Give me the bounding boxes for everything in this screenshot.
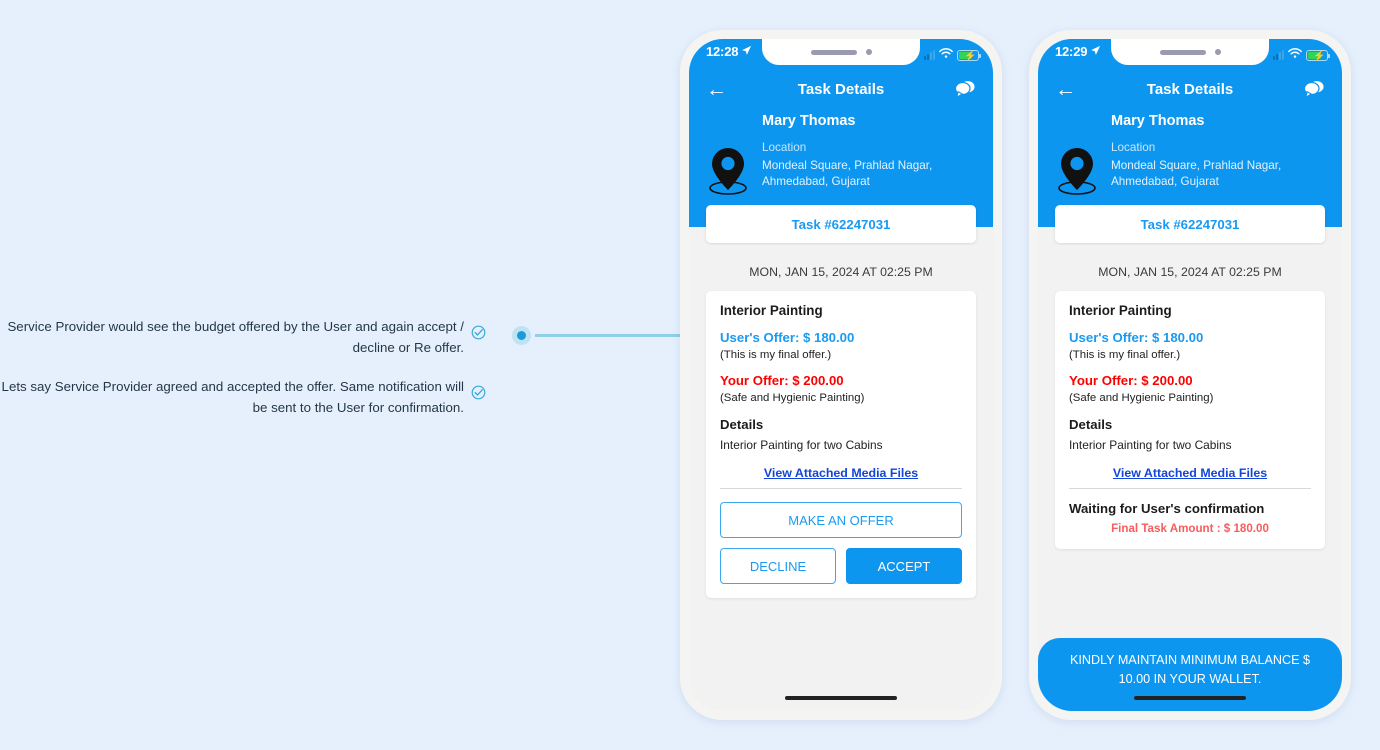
location-label: Location <box>1111 141 1156 154</box>
users-offer-amount: User's Offer: $ 180.00 <box>1069 330 1204 345</box>
details-body: Interior Painting for two Cabins <box>720 438 883 452</box>
status-bar-time-group: 12:29 <box>1055 44 1101 59</box>
users-offer-amount: User's Offer: $ 180.00 <box>720 330 855 345</box>
chat-bubbles-icon[interactable] <box>950 79 976 99</box>
offer-card: Interior Painting User's Offer: $ 180.00… <box>706 291 976 598</box>
wifi-icon <box>1288 46 1302 64</box>
location-text: Location Mondeal Square, Prahlad Nagar, … <box>1111 140 1325 190</box>
make-an-offer-button[interactable]: MAKE AN OFFER <box>720 502 962 538</box>
status-bar: 12:29 ⚡ <box>1038 39 1342 71</box>
task-body: MON, JAN 15, 2024 AT 02:25 PM Interior P… <box>689 245 993 711</box>
home-indicator <box>785 695 897 700</box>
your-offer-amount: Your Offer: $ 200.00 <box>1069 373 1193 388</box>
status-bar-indicators: ⚡ <box>924 44 981 64</box>
location-address: Mondeal Square, Prahlad Nagar, Ahmedabad… <box>762 159 933 188</box>
annotation-column: Service Provider would see the budget of… <box>0 316 486 436</box>
annotation-text: Lets say Service Provider agreed and acc… <box>1 379 464 415</box>
decline-button[interactable]: DECLINE <box>720 548 836 584</box>
back-arrow-icon[interactable]: ← <box>1055 79 1081 100</box>
location-arrow-icon <box>741 44 752 59</box>
annotation-anchor-dot <box>512 326 531 345</box>
location-arrow-icon <box>1090 44 1101 59</box>
details-heading: Details <box>720 417 764 432</box>
annotation-text: Service Provider would see the budget of… <box>7 319 464 355</box>
front-camera-icon <box>865 49 872 55</box>
annotation-item: Service Provider would see the budget of… <box>0 316 486 358</box>
cellular-bars-icon <box>924 50 935 60</box>
final-task-amount: Final Task Amount : $ 180.00 <box>1111 522 1269 535</box>
back-arrow-icon[interactable]: ← <box>706 79 732 100</box>
task-category-title: Interior Painting <box>1069 303 1172 318</box>
annotation-connector-line <box>535 334 687 337</box>
front-camera-icon <box>1214 49 1221 55</box>
location-row: Location Mondeal Square, Prahlad Nagar, … <box>706 140 976 201</box>
your-offer-note: (Safe and Hygienic Painting) <box>720 392 865 404</box>
details-heading: Details <box>1069 417 1113 432</box>
phone-screen: 12:29 ⚡ ← Task Details Mary Thomas Locat… <box>1038 39 1342 711</box>
map-pin-icon <box>706 140 762 201</box>
task-id-wrap: Task #62247031 <box>1038 205 1342 245</box>
earpiece-speaker <box>810 49 857 55</box>
your-offer-note: (Safe and Hygienic Painting) <box>1069 392 1214 404</box>
task-id-pill[interactable]: Task #62247031 <box>1055 205 1325 243</box>
users-offer-note: (This is my final offer.) <box>720 349 832 361</box>
card-divider <box>1069 488 1311 489</box>
annotation-item: Lets say Service Provider agreed and acc… <box>0 376 486 418</box>
task-id-pill[interactable]: Task #62247031 <box>706 205 976 243</box>
view-attached-media-link[interactable]: View Attached Media Files <box>720 466 962 480</box>
nav-bar: ← Task Details <box>1038 71 1342 107</box>
phone-mockup-one: 12:28 ⚡ ← Task Details Mary Thomas Locat… <box>680 30 1002 720</box>
page-title: Task Details <box>797 80 885 98</box>
home-indicator <box>1134 695 1246 700</box>
task-id-wrap: Task #62247031 <box>689 205 993 245</box>
map-pin-icon <box>1055 140 1111 201</box>
device-notch <box>762 39 920 65</box>
wallet-balance-banner: KINDLY MAINTAIN MINIMUM BALANCE $ 10.00 … <box>1038 638 1342 711</box>
phone-mockup-two: 12:29 ⚡ ← Task Details Mary Thomas Locat… <box>1029 30 1351 720</box>
location-label: Location <box>762 141 807 154</box>
check-circle-icon <box>471 325 486 340</box>
nav-bar: ← Task Details <box>689 71 993 107</box>
cellular-bars-icon <box>1273 50 1284 60</box>
check-circle-icon <box>471 385 486 400</box>
wifi-icon <box>939 46 953 64</box>
status-bar-time: 12:28 <box>706 44 739 59</box>
card-divider <box>720 488 962 489</box>
customer-name: Mary Thomas <box>762 113 856 129</box>
location-address: Mondeal Square, Prahlad Nagar, Ahmedabad… <box>1111 159 1282 188</box>
battery-charging-icon: ⚡ <box>1306 49 1330 62</box>
accept-button[interactable]: ACCEPT <box>846 548 962 584</box>
battery-charging-icon: ⚡ <box>957 49 981 62</box>
customer-name: Mary Thomas <box>1111 113 1205 129</box>
details-body: Interior Painting for two Cabins <box>1069 438 1232 452</box>
task-datetime: MON, JAN 15, 2024 AT 02:25 PM <box>749 265 933 279</box>
waiting-status-text: Waiting for User's confirmation <box>1069 501 1265 516</box>
task-category-title: Interior Painting <box>720 303 823 318</box>
location-text: Location Mondeal Square, Prahlad Nagar, … <box>762 140 976 190</box>
offer-card: Interior Painting User's Offer: $ 180.00… <box>1055 291 1325 549</box>
your-offer-amount: Your Offer: $ 200.00 <box>720 373 844 388</box>
earpiece-speaker <box>1159 49 1206 55</box>
status-bar: 12:28 ⚡ <box>689 39 993 71</box>
location-row: Location Mondeal Square, Prahlad Nagar, … <box>1055 140 1325 201</box>
view-attached-media-link[interactable]: View Attached Media Files <box>1069 466 1311 480</box>
status-bar-time-group: 12:28 <box>706 44 752 59</box>
status-bar-indicators: ⚡ <box>1273 44 1330 64</box>
chat-bubbles-icon[interactable] <box>1299 79 1325 99</box>
status-bar-time: 12:29 <box>1055 44 1088 59</box>
decision-button-row: DECLINE ACCEPT <box>720 548 962 584</box>
task-datetime: MON, JAN 15, 2024 AT 02:25 PM <box>1098 265 1282 279</box>
phone-screen: 12:28 ⚡ ← Task Details Mary Thomas Locat… <box>689 39 993 711</box>
page-title: Task Details <box>1146 80 1234 98</box>
task-body: MON, JAN 15, 2024 AT 02:25 PM Interior P… <box>1038 245 1342 711</box>
users-offer-note: (This is my final offer.) <box>1069 349 1181 361</box>
screen-root: Service Provider would see the budget of… <box>0 0 1380 750</box>
device-notch <box>1111 39 1269 65</box>
